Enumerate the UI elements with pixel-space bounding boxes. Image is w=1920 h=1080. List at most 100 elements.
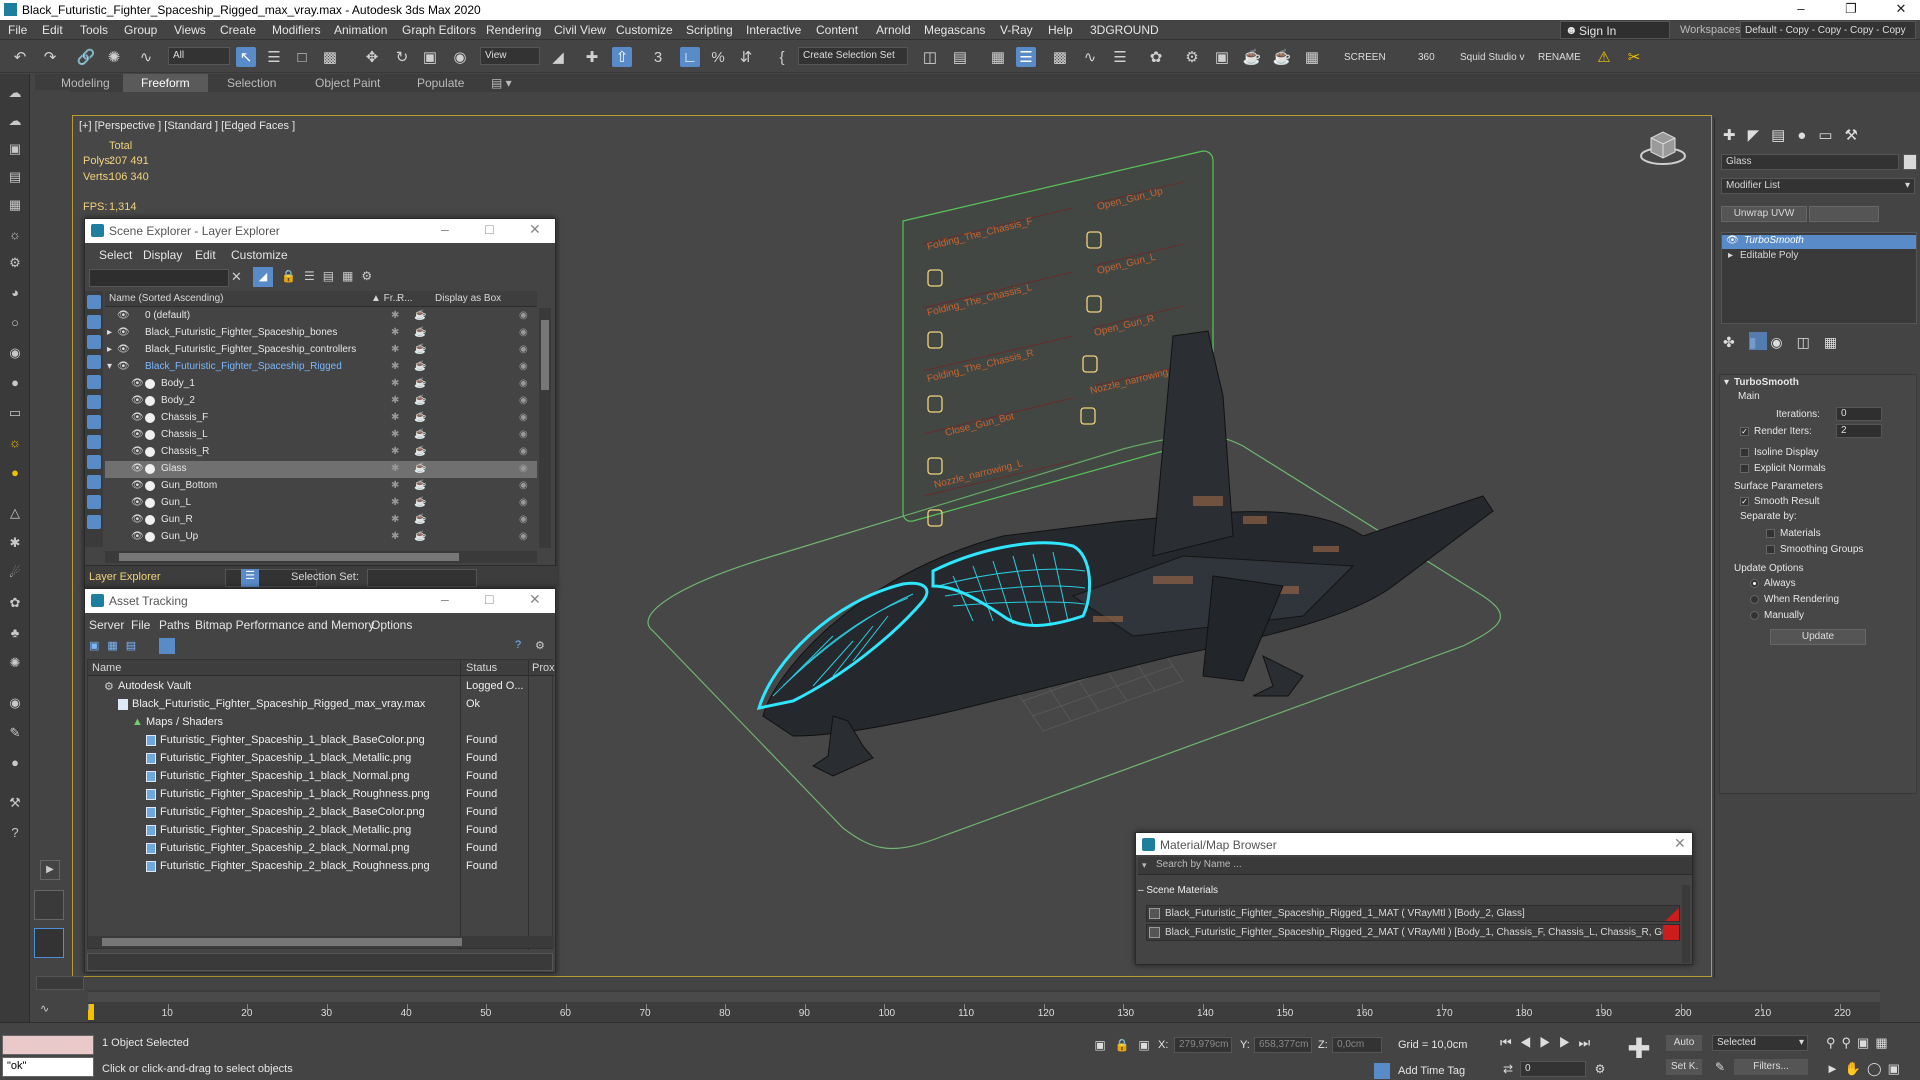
asset-row[interactable]: Black_Futuristic_Fighter_Spaceship_Rigge…	[88, 695, 548, 713]
stack-tools[interactable]: ✤▮◉◫▦	[1723, 334, 1851, 351]
frozen-icon[interactable]: ✱	[391, 327, 399, 338]
display-bones-icon[interactable]	[87, 455, 101, 469]
rotate-icon[interactable]: ↻	[392, 47, 412, 67]
modifier-list-dropdown[interactable]: Modifier List ▾	[1721, 178, 1915, 194]
tree-row[interactable]: 👁 0 (default) ✱ ☕ ◉	[105, 308, 537, 325]
box-icon[interactable]: ◉	[519, 412, 528, 423]
snaps-toggle-icon[interactable]: 3	[648, 47, 668, 67]
box-icon[interactable]: ◉	[519, 344, 528, 355]
asset-row[interactable]: Futuristic_Fighter_Spaceship_1_black_Met…	[88, 749, 548, 767]
tree-row[interactable]: 👁 Gun_R ✱ ☕ ◉	[105, 512, 537, 529]
render-iters-checkbox[interactable]: ✓	[1740, 427, 1749, 436]
rollout-title[interactable]: TurboSmooth	[1734, 377, 1799, 388]
menu-3dground[interactable]: 3DGROUND	[1090, 23, 1159, 37]
visibility-eye-icon[interactable]: 👁	[131, 497, 144, 508]
display-hidden-icon[interactable]	[87, 515, 101, 529]
visibility-eye-icon[interactable]: 👁	[117, 361, 130, 372]
toggle-layer-explorer-icon[interactable]: ☰	[1016, 47, 1036, 67]
object-name-field[interactable]: Glass	[1721, 154, 1899, 170]
stack-item-turbosmooth[interactable]: 👁 TurboSmooth	[1722, 235, 1916, 249]
scatter-icon[interactable]: ✺	[6, 654, 24, 672]
box-icon[interactable]: ◉	[519, 361, 528, 372]
timeline[interactable]: 10 20 30 40 50 60 70 80 90 100 110 120 130 140 150 160 1…	[88, 990, 1880, 1022]
render-production-icon[interactable]: ☕	[1242, 47, 1262, 67]
tab-selection[interactable]: Selection	[227, 76, 276, 90]
frozen-icon[interactable]: ✱	[391, 429, 399, 440]
clear-search-icon[interactable]: ✕	[231, 269, 242, 285]
menu-scripting[interactable]: Scripting	[686, 23, 733, 37]
maximize-button[interactable]: ❐	[1834, 1, 1868, 19]
display-lights-icon[interactable]	[87, 335, 101, 349]
box-icon[interactable]: ◉	[519, 429, 528, 440]
sphere-icon[interactable]: ●	[6, 374, 24, 392]
renderable-icon[interactable]: ☕	[414, 344, 426, 355]
tab-object-paint[interactable]: Object Paint	[315, 76, 380, 90]
asset-row[interactable]: Futuristic_Fighter_Spaceship_2_black_Rou…	[88, 857, 548, 875]
x-coordinate-field[interactable]: 279,979cm	[1174, 1037, 1232, 1053]
renderable-icon[interactable]: ☕	[414, 327, 426, 338]
display-frozen-icon[interactable]	[87, 495, 101, 509]
expand-arrow-icon[interactable]: ▸	[107, 344, 112, 355]
material-search-input[interactable]: ▾ Search by Name ...	[1138, 857, 1692, 875]
renderable-icon[interactable]: ☕	[414, 531, 426, 542]
spinner-snap-icon[interactable]: ⇵	[736, 47, 756, 67]
at-menu-file[interactable]: File	[131, 618, 150, 632]
menu-interactive[interactable]: Interactive	[746, 23, 801, 37]
menu-customize[interactable]: Customize	[616, 23, 673, 37]
update-button[interactable]: Update	[1770, 629, 1866, 645]
render-setup-icon[interactable]: ⚙	[1182, 47, 1202, 67]
collapse-arrow-icon[interactable]: ▾	[107, 361, 112, 372]
at-menu-paths[interactable]: Paths	[159, 618, 190, 632]
move-icon[interactable]: ✥	[362, 47, 382, 67]
display-shapes-icon[interactable]	[87, 315, 101, 329]
renderable-icon[interactable]: ☕	[414, 429, 426, 440]
time-slider-box[interactable]	[36, 976, 84, 990]
tree-row[interactable]: 👁 Chassis_F ✱ ☕ ◉	[105, 410, 537, 427]
minimize-icon[interactable]: –	[441, 221, 449, 237]
iterations-spinner[interactable]: 0	[1836, 407, 1882, 421]
add-time-tag-label[interactable]: Add Time Tag	[1398, 1065, 1465, 1077]
asset-row[interactable]: Futuristic_Fighter_Spaceship_2_black_Bas…	[88, 803, 548, 821]
settings-icon[interactable]: ⚙	[535, 639, 545, 652]
viewport-navigation-controls-2[interactable]: ►✋◯▣	[1826, 1061, 1906, 1077]
col-render-header[interactable]: R...	[397, 293, 413, 304]
layout-grid-icon[interactable]	[34, 890, 64, 920]
frozen-icon[interactable]: ✱	[391, 497, 399, 508]
asset-row[interactable]: Futuristic_Fighter_Spaceship_2_black_Met…	[88, 821, 548, 839]
col-box-header[interactable]: Display as Box	[435, 293, 501, 304]
explicit-normals-checkbox[interactable]	[1740, 464, 1749, 473]
keyboard-shortcut-override-icon[interactable]: ⇧	[612, 47, 632, 67]
select-by-name-icon[interactable]: ☰	[264, 47, 284, 67]
tree-row[interactable]: 👁 Body_2 ✱ ☕ ◉	[105, 393, 537, 410]
renderable-icon[interactable]: ☕	[414, 361, 426, 372]
window-crossing-icon[interactable]: ▩	[320, 47, 340, 67]
manually-radio[interactable]	[1750, 611, 1759, 620]
at-path-field[interactable]	[87, 953, 553, 971]
rect-region-icon[interactable]: □	[292, 47, 312, 67]
asset-row[interactable]: Futuristic_Fighter_Spaceship_1_black_Nor…	[88, 767, 548, 785]
absolute-mode-icon[interactable]: ▣	[1136, 1037, 1152, 1053]
tree-row[interactable]: 👁 Gun_L ✱ ☕ ◉	[105, 495, 537, 512]
close-icon[interactable]: ✕	[529, 221, 541, 238]
menu-graph-editors[interactable]: Graph Editors	[402, 23, 476, 37]
render-in-cloud-icon[interactable]: ▦	[1302, 47, 1322, 67]
frozen-icon[interactable]: ✱	[391, 395, 399, 406]
named-selection-dropdown[interactable]: Create Selection Set	[798, 47, 908, 65]
se-menu-customize[interactable]: Customize	[231, 248, 288, 262]
key-filters-button[interactable]: Filters...	[1734, 1059, 1808, 1075]
tree-icon[interactable]: ♣	[6, 624, 24, 642]
display-xrefs-icon[interactable]	[87, 435, 101, 449]
expand-arrow-icon[interactable]: ▸	[107, 327, 112, 338]
key-mode-icon[interactable]: ⇄	[1500, 1061, 1516, 1077]
visibility-eye-icon[interactable]: 👁	[131, 531, 144, 542]
close-icon[interactable]: ✕	[529, 591, 541, 608]
render-iters-spinner[interactable]: 2	[1836, 424, 1882, 438]
selection-filter-dropdown[interactable]: All	[168, 47, 230, 65]
frozen-icon[interactable]: ✱	[391, 531, 399, 542]
material-icon[interactable]: ✿	[6, 594, 24, 612]
cloud-icon[interactable]: ☁	[6, 112, 24, 130]
at-toolbar-icons[interactable]: ▣▦▤	[89, 639, 144, 652]
screen-label[interactable]: SCREEN	[1344, 52, 1386, 63]
set-key-button[interactable]: Set K.	[1666, 1059, 1702, 1075]
menu-views[interactable]: Views	[174, 23, 206, 37]
